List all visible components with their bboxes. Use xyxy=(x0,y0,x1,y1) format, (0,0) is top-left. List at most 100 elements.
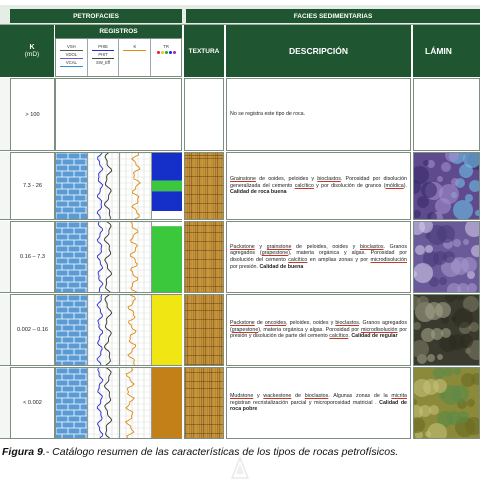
row-2-description-cell: Grainstone de ooides, peloides y bioclas… xyxy=(226,152,411,220)
term-text: micrita xyxy=(391,393,408,400)
thin-section-image xyxy=(414,222,479,292)
term-text: oncoides xyxy=(264,320,287,327)
description-segment: de xyxy=(254,320,265,327)
k-value: < 0.002 xyxy=(23,400,42,406)
k-value: 7.3 - 26 xyxy=(23,183,42,189)
rock-type-fill xyxy=(152,368,182,438)
track-header-k: K xyxy=(119,39,152,76)
description-segment: de peloides, ooides y xyxy=(291,243,360,250)
row-4-description-cell: Packstone de oncoides, peloides, ooides … xyxy=(226,294,411,366)
caption-label: Figura 9 xyxy=(2,446,43,458)
track-sw-label: SW_Eff xyxy=(96,60,111,65)
core-texture-image xyxy=(185,295,223,365)
row-3-description-cell: Packstone y grainstone de peloides, ooid… xyxy=(226,221,411,293)
term-text: grapestone xyxy=(261,250,289,257)
porosity-curves xyxy=(87,221,119,293)
row-3-registros-cell xyxy=(55,221,182,294)
porosity-curves xyxy=(87,294,119,366)
description-segment: registran recristalización parcial y mic… xyxy=(230,399,380,406)
description-text: Grainstone de ooides, peloides y bioclas… xyxy=(230,176,407,196)
porosity-track xyxy=(87,367,120,439)
thin-section-image xyxy=(414,153,479,219)
row-3-k-cell: 0.16 – 7.3 xyxy=(10,221,55,293)
porosity-track xyxy=(87,221,120,293)
rock-type-fill xyxy=(152,222,182,292)
row-1-textura-cell xyxy=(184,78,224,151)
permeability-track xyxy=(119,367,152,439)
description-text: Mudstone y wackestone de bioclastos. Alg… xyxy=(230,393,407,413)
row-4-registros-cell xyxy=(55,294,182,367)
term-text: Packstone xyxy=(230,320,255,327)
description-segment: ), materia orgánica y algas. Porosidad p… xyxy=(258,326,361,333)
description-segment: en amplias zonas y por xyxy=(307,257,371,263)
track-k-label: K xyxy=(133,44,137,49)
track-vcal-label: VCAL xyxy=(65,60,77,65)
term-text: wackestone xyxy=(263,393,292,400)
term-text: bioclastos xyxy=(317,176,341,183)
description-segment: , peloides, ooides y xyxy=(286,320,336,327)
row-5-registros-cell xyxy=(55,367,182,440)
quality-text: Calidad de roca buena xyxy=(230,189,287,196)
row-4-lamina-cell xyxy=(413,294,480,366)
term-text: calcítico xyxy=(294,182,314,189)
rock-type-fill xyxy=(152,295,182,365)
facies-title: FACIES SEDIMENTARIAS xyxy=(293,12,373,20)
core-texture-image xyxy=(185,368,223,438)
lithology-track xyxy=(55,221,88,294)
k-value: > 100 xyxy=(25,111,40,118)
limestone-pattern xyxy=(55,152,87,219)
porosity-track xyxy=(87,294,120,366)
term-text: microdisolución xyxy=(360,326,398,333)
row-5-lamina-cell xyxy=(413,367,480,439)
thin-section-image xyxy=(414,368,479,438)
track-phie-label: PHIE xyxy=(98,44,108,49)
row-5-left-edge xyxy=(0,367,10,439)
rock-type-track xyxy=(152,153,182,219)
description-segment: ). xyxy=(403,182,407,189)
row-3-left-edge xyxy=(0,221,10,293)
term-text: Grainstone xyxy=(230,176,256,183)
quality-text: Calidad de regular xyxy=(351,333,398,340)
term-text: bioclastos xyxy=(359,243,384,250)
rock-type-fill xyxy=(152,153,182,219)
row-1-lamina-cell xyxy=(413,78,480,151)
row-1-left-edge xyxy=(0,78,10,151)
row-2-left-edge xyxy=(0,152,10,220)
track-header-vsh: VSH VDOL VCAL xyxy=(56,39,88,76)
core-texture-image xyxy=(185,153,223,219)
description-segment: . Algunas zonas de la xyxy=(328,393,392,400)
row-5-description-cell: Mudstone y wackestone de bioclastos. Alg… xyxy=(226,367,411,439)
limestone-pattern xyxy=(55,367,87,440)
k-unit: (mD) xyxy=(24,51,40,58)
term-text: grapestone xyxy=(231,326,259,333)
row-5-k-cell: < 0.002 xyxy=(10,367,55,439)
watermark xyxy=(215,455,265,480)
description-segment: y xyxy=(254,243,267,250)
permeability-curve xyxy=(119,221,151,293)
limestone-pattern xyxy=(55,294,87,367)
facies-header: FACIES SEDIMENTARIAS xyxy=(186,9,480,23)
registros-title: REGISTROS xyxy=(99,28,138,35)
thin-section-image xyxy=(414,295,479,365)
term-text: calcítico xyxy=(329,333,349,340)
row-4-k-cell: 0.002 – 0.16 xyxy=(10,294,55,366)
term-text: bioclastos xyxy=(304,393,329,400)
k-value: 0.002 – 0.16 xyxy=(16,327,49,333)
description-text: Packstone de oncoides, peloides, ooides … xyxy=(230,320,407,340)
k-label: K xyxy=(29,44,35,51)
track-vdol-label: VDOL xyxy=(65,52,78,57)
description-segment: de xyxy=(291,393,305,400)
porosity-curves xyxy=(87,367,119,439)
porosity-curves xyxy=(87,152,119,220)
porosity-track xyxy=(87,152,120,220)
k-header: K (mD) xyxy=(10,25,54,77)
quality-text: Calidad de buena xyxy=(259,263,304,270)
term-text: calcítico xyxy=(288,257,308,263)
laminas-title: LÁMIN xyxy=(425,46,452,56)
lithology-track xyxy=(55,367,88,440)
k-value: 0.16 – 7.3 xyxy=(20,254,45,260)
permeability-curve xyxy=(119,152,151,220)
description-text: No se registra este tipo de roca. xyxy=(230,111,305,118)
descripcion-title: DESCRIPCIÓN xyxy=(288,46,349,56)
term-text: Mudstone xyxy=(230,393,254,400)
